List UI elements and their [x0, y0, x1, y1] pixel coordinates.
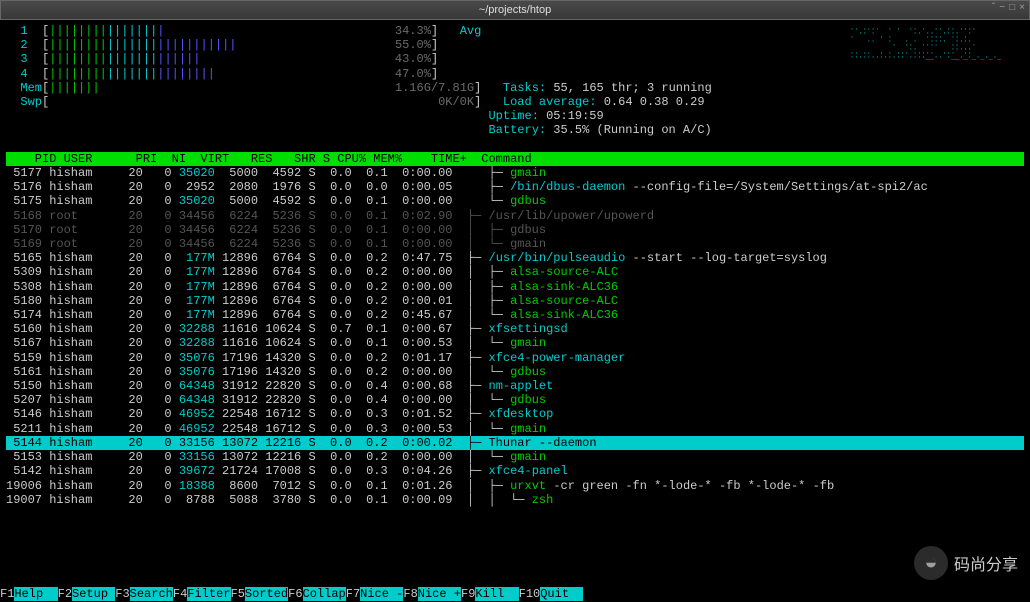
process-row[interactable]: 5167 hisham 20 0 32288 11616 10624 S 0.0… [6, 336, 1024, 350]
process-row[interactable]: 5150 hisham 20 0 64348 31912 22820 S 0.0… [6, 379, 1024, 393]
process-row[interactable]: 19006 hisham 20 0 18388 8600 7012 S 0.0 … [6, 479, 1024, 493]
process-row[interactable]: 19007 hisham 20 0 8788 5088 3780 S 0.0 0… [6, 493, 1024, 507]
process-table-header[interactable]: PID USER PRI NI VIRT RES SHR S CPU% MEM%… [6, 152, 1024, 166]
process-row[interactable]: 5142 hisham 20 0 39672 21724 17008 S 0.0… [6, 464, 1024, 478]
process-row[interactable]: 5174 hisham 20 0 177M 12896 6764 S 0.0 0… [6, 308, 1024, 322]
process-row[interactable]: 5170 root 20 0 34456 6224 5236 S 0.0 0.1… [6, 223, 1024, 237]
process-row[interactable]: 5180 hisham 20 0 177M 12896 6764 S 0.0 0… [6, 294, 1024, 308]
wechat-icon: ◒ [914, 546, 948, 580]
process-row[interactable]: 5160 hisham 20 0 32288 11616 10624 S 0.7… [6, 322, 1024, 336]
watermark-text: 码尚分享 [954, 551, 1018, 575]
function-key-bar[interactable]: F1Help F2Setup F3SearchF4FilterF5SortedF… [0, 587, 1030, 602]
window-maximize-icon[interactable]: □ [1009, 2, 1015, 13]
process-row[interactable]: 5165 hisham 20 0 177M 12896 6764 S 0.0 0… [6, 251, 1024, 265]
process-row[interactable]: 5177 hisham 20 0 35020 5000 4592 S 0.0 0… [6, 166, 1024, 180]
process-row[interactable]: 5207 hisham 20 0 64348 31912 22820 S 0.0… [6, 393, 1024, 407]
avg-graph: ·· ···· · · ·· · ·· ·· ···· ·· · ·· ·· ·… [850, 24, 1020, 84]
process-row[interactable]: 5168 root 20 0 34456 6224 5236 S 0.0 0.1… [6, 209, 1024, 223]
process-row[interactable]: 5146 hisham 20 0 46952 22548 16712 S 0.0… [6, 407, 1024, 421]
process-row[interactable]: 5169 root 20 0 34456 6224 5236 S 0.0 0.1… [6, 237, 1024, 251]
process-row[interactable]: 5144 hisham 20 0 33156 13072 12216 S 0.0… [6, 436, 1024, 450]
window-titlebar: ~/projects/htop ˇ − □ × [0, 0, 1030, 20]
window-title: ~/projects/htop [479, 4, 551, 16]
window-minimize-icon[interactable]: − [999, 2, 1005, 13]
terminal-viewport: 1 [|||||||||||||||| 34.3%] Avg 2 [||||||… [0, 20, 1030, 587]
process-row[interactable]: 5161 hisham 20 0 35076 17196 14320 S 0.0… [6, 365, 1024, 379]
process-row[interactable]: 5153 hisham 20 0 33156 13072 12216 S 0.0… [6, 450, 1024, 464]
process-row[interactable]: 5176 hisham 20 0 2952 2080 1976 S 0.0 0.… [6, 180, 1024, 194]
process-row[interactable]: 5175 hisham 20 0 35020 5000 4592 S 0.0 0… [6, 194, 1024, 208]
process-row[interactable]: 5308 hisham 20 0 177M 12896 6764 S 0.0 0… [6, 280, 1024, 294]
window-close-icon[interactable]: × [1019, 2, 1025, 13]
process-row[interactable]: 5309 hisham 20 0 177M 12896 6764 S 0.0 0… [6, 265, 1024, 279]
process-row[interactable]: 5159 hisham 20 0 35076 17196 14320 S 0.0… [6, 351, 1024, 365]
process-row[interactable]: 5211 hisham 20 0 46952 22548 16712 S 0.0… [6, 422, 1024, 436]
watermark: ◒ 码尚分享 [914, 546, 1018, 580]
window-up-icon[interactable]: ˇ [992, 2, 995, 13]
